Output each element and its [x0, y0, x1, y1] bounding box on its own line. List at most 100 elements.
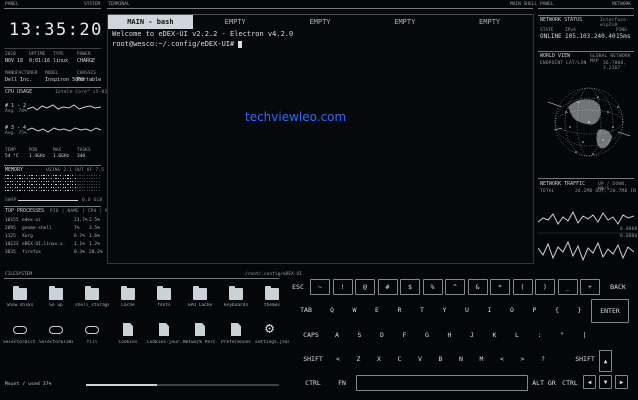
fs-item-label[interactable]: Cache — [111, 303, 145, 308]
key-space[interactable] — [356, 375, 528, 391]
fs-item-label[interactable]: settings.json — [255, 340, 289, 345]
key-tab[interactable]: TAB — [297, 302, 315, 318]
tab-empty-4[interactable]: EMPTY — [447, 14, 532, 29]
divider — [4, 165, 101, 166]
key-letter[interactable]: A — [327, 327, 347, 343]
terminal-prompt[interactable]: root@wesco:~/.config/eDEX-UI# — [112, 40, 243, 48]
fs-item-label[interactable]: Show disks — [3, 303, 37, 308]
fs-item-label[interactable]: GPU Cache — [183, 303, 217, 308]
key-letter[interactable]: : — [530, 327, 550, 343]
key-letter[interactable]: N — [452, 351, 470, 367]
key-symbol[interactable]: & — [467, 279, 488, 295]
terminal-window[interactable] — [107, 14, 534, 264]
key-symbol[interactable]: ~ — [310, 279, 330, 295]
key-symbol[interactable]: + — [580, 279, 600, 295]
key-letter[interactable]: H — [440, 327, 460, 343]
key-letter[interactable]: < — [329, 351, 347, 367]
key-symbol[interactable]: ( — [512, 279, 533, 295]
key-letter[interactable]: P — [525, 302, 545, 318]
key-letter[interactable]: X — [370, 351, 388, 367]
key-letter[interactable]: | — [575, 327, 595, 343]
key-letter[interactable]: Q — [322, 302, 342, 318]
watermark-text: techviewleo.com — [245, 110, 347, 124]
process-pid: 10123 — [5, 242, 19, 247]
key-letter[interactable]: } — [570, 302, 590, 318]
key-letter[interactable]: J — [462, 327, 482, 343]
key-letter[interactable]: I — [480, 302, 500, 318]
key-symbol[interactable]: $ — [400, 279, 420, 295]
key-letter[interactable]: F — [395, 327, 415, 343]
key-caps[interactable]: CAPS — [300, 327, 322, 343]
key-letter[interactable]: V — [411, 351, 429, 367]
key-letter[interactable]: O — [502, 302, 522, 318]
key-symbol[interactable]: % — [422, 279, 443, 295]
fs-item-label[interactable]: themes — [255, 303, 289, 308]
arrow-right-key[interactable]: ▶ — [615, 375, 628, 389]
network-state: STATE ONLINE — [540, 28, 562, 40]
tab-main-bash[interactable]: MAIN - bash — [108, 14, 193, 29]
key-letter[interactable]: B — [432, 351, 450, 367]
tab-empty-1[interactable]: EMPTY — [192, 14, 278, 29]
key-back[interactable]: BACK — [605, 279, 631, 295]
fs-item-label[interactable]: Go up — [39, 303, 73, 308]
fs-item-label[interactable]: Cookies-jour... — [147, 340, 181, 345]
key-symbol[interactable]: _ — [557, 279, 578, 295]
fs-item-label[interactable]: SelectorGrade... — [39, 340, 73, 345]
key-letter[interactable]: R — [390, 302, 410, 318]
terminal-name: MAIN SHELL — [510, 2, 538, 7]
network-interface: Interface: wlp2s0 — [600, 18, 630, 28]
key-letter[interactable]: " — [552, 327, 572, 343]
key-symbol[interactable]: * — [490, 279, 510, 295]
key-letter[interactable]: { — [547, 302, 567, 318]
fs-item-label[interactable]: fill — [75, 340, 109, 345]
key-ctrl-right[interactable]: CTRL — [561, 375, 579, 391]
key-symbol[interactable]: ) — [535, 279, 555, 295]
fs-item-label[interactable]: Network Pers... — [183, 340, 217, 345]
key-letter[interactable]: < — [493, 351, 511, 367]
fs-item-label[interactable]: fonts — [147, 303, 181, 308]
key-symbol[interactable]: ! — [332, 279, 353, 295]
key-fn[interactable]: FN — [333, 375, 351, 391]
tab-empty-2[interactable]: EMPTY — [277, 14, 363, 29]
key-letter[interactable]: C — [391, 351, 409, 367]
key-letter[interactable]: L — [507, 327, 527, 343]
key-symbol[interactable]: ^ — [445, 279, 465, 295]
key-ctrl-left[interactable]: CTRL — [302, 375, 324, 391]
terminal-tabs: MAIN - bash EMPTY EMPTY EMPTY EMPTY — [108, 14, 532, 29]
symlink-icon — [85, 326, 99, 334]
key-esc[interactable]: ESC — [289, 279, 307, 295]
go-up-icon — [49, 286, 63, 300]
key-enter[interactable]: ENTER — [591, 299, 629, 323]
key-letter[interactable]: M — [473, 351, 491, 367]
key-letter[interactable]: T — [412, 302, 432, 318]
key-shift-left[interactable]: SHIFT — [302, 351, 324, 367]
key-letter[interactable]: D — [372, 327, 392, 343]
arrow-left-key[interactable]: ◀ — [583, 375, 596, 389]
key-letter[interactable]: S — [350, 327, 370, 343]
fs-item-label[interactable]: shell_storage — [75, 303, 109, 308]
fs-item-label[interactable]: SelectorDict... — [3, 340, 37, 345]
key-letter[interactable]: W — [345, 302, 365, 318]
key-letter[interactable]: K — [485, 327, 505, 343]
info-value: 0:01:16 — [29, 58, 51, 64]
arrow-up-key[interactable]: ▲ — [599, 350, 612, 372]
world-globe[interactable] — [548, 72, 630, 172]
fs-item-label[interactable]: keyboards — [219, 303, 253, 308]
file-icon — [195, 323, 205, 336]
arrow-down-key[interactable]: ▼ — [599, 375, 612, 389]
key-letter[interactable]: U — [457, 302, 477, 318]
key-letter[interactable]: Z — [350, 351, 368, 367]
fs-item-label[interactable]: Preferences — [219, 340, 253, 345]
tab-empty-3[interactable]: EMPTY — [362, 14, 448, 29]
key-letter[interactable]: > — [514, 351, 532, 367]
key-letter[interactable]: G — [417, 327, 437, 343]
key-symbol[interactable]: @ — [355, 279, 375, 295]
fs-item-label[interactable]: Cookies — [111, 340, 145, 345]
key-letter[interactable]: E — [367, 302, 387, 318]
key-letter[interactable]: ? — [534, 351, 552, 367]
key-alt-gr[interactable]: ALT GR — [531, 375, 557, 391]
key-symbol[interactable]: # — [377, 279, 398, 295]
key-letter[interactable]: Y — [435, 302, 455, 318]
key-shift-right[interactable]: SHIFT — [572, 351, 598, 367]
swap-bar — [18, 200, 78, 201]
